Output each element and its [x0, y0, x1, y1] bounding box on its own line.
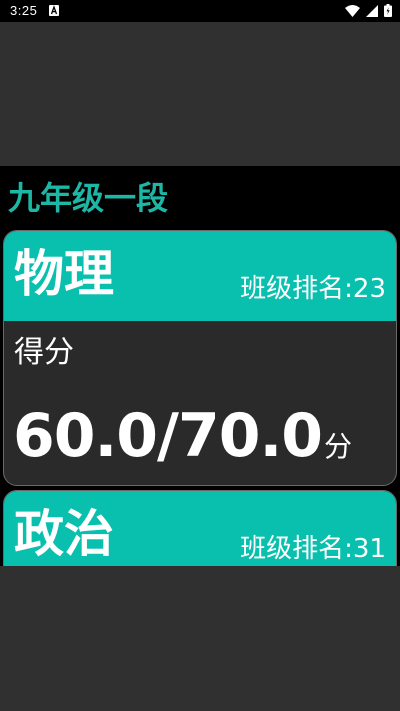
notification-a-icon	[49, 5, 59, 16]
score-line: 60.0/70.0分	[13, 401, 352, 471]
class-rank: 班级排名:31	[240, 534, 386, 564]
score-value: 60.0/70.0	[13, 401, 323, 471]
subject-name: 物理	[14, 245, 114, 303]
status-bar: 3:25	[0, 0, 400, 22]
subject-card-header: 政治 班级排名:31	[4, 491, 396, 566]
class-rank: 班级排名:23	[240, 274, 386, 304]
scores-panel[interactable]: 九年级一段 物理 班级排名:23 得分 60.0/70.0分 政治 班级排名:3…	[0, 166, 400, 566]
subject-card-politics[interactable]: 政治 班级排名:31	[3, 490, 397, 566]
subject-name: 政治	[14, 505, 114, 563]
top-empty-area	[0, 22, 400, 166]
bottom-empty-area	[0, 566, 400, 711]
status-time: 3:25	[10, 3, 38, 18]
signal-icon	[366, 4, 378, 17]
wifi-icon	[345, 4, 360, 17]
subject-card-header: 物理 班级排名:23	[4, 231, 396, 321]
battery-icon	[384, 4, 392, 17]
class-title: 九年级一段	[8, 179, 169, 217]
score-unit: 分	[324, 430, 353, 463]
score-label: 得分	[14, 335, 74, 370]
subject-card-physics[interactable]: 物理 班级排名:23 得分 60.0/70.0分	[3, 230, 397, 486]
